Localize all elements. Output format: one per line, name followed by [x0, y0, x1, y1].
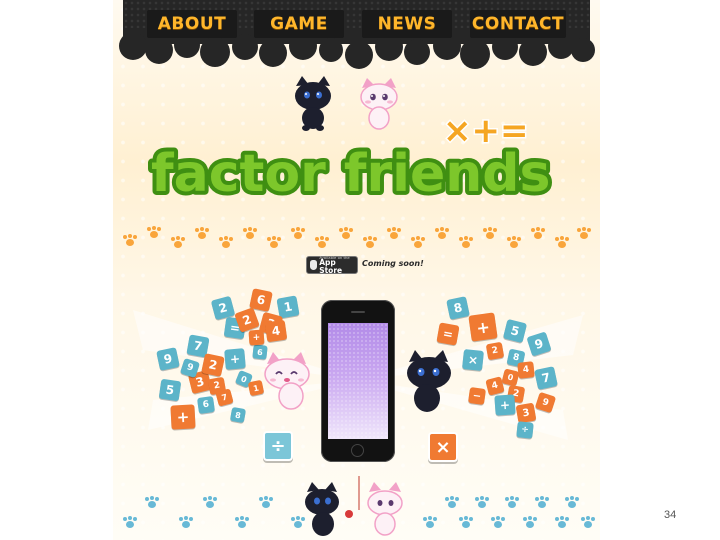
paw-icon: [555, 236, 569, 248]
apple-icon: [310, 260, 318, 270]
nav-about-button[interactable]: ABOUT: [147, 10, 237, 38]
number-tile: −: [467, 386, 487, 406]
black-cat-icon: [407, 350, 451, 412]
number-tile: 3: [515, 402, 537, 424]
paw-icon: [483, 227, 497, 239]
number-tile: 8: [446, 296, 470, 320]
paw-icon: [523, 516, 537, 528]
app-store-badge[interactable]: Available on the App Store: [306, 255, 358, 275]
number-tile: 4: [264, 319, 288, 343]
divide-button[interactable]: ÷: [263, 431, 293, 461]
paw-icon: [491, 516, 505, 528]
paw-icon: [145, 496, 159, 508]
number-tile: 2: [485, 341, 505, 361]
bottom-cats-icon: [305, 476, 403, 536]
pink-cat-icon: [264, 352, 310, 410]
paw-icon: [387, 227, 401, 239]
paw-icon: [435, 227, 449, 239]
paw-icon: [555, 516, 569, 528]
number-tile: 4: [517, 361, 535, 379]
number-tile: =: [436, 322, 460, 346]
paw-icon: [147, 226, 161, 238]
paw-icon: [475, 496, 489, 508]
number-tile: ÷: [516, 421, 534, 439]
nav-contact-button[interactable]: CONTACT: [470, 10, 566, 38]
logo-text: factor friends: [151, 144, 550, 204]
paw-icon: [507, 236, 521, 248]
number-tile: 6: [196, 395, 216, 415]
paw-icon: [235, 516, 249, 528]
paw-icon: [203, 496, 217, 508]
coming-soon-text: Coming soon!: [362, 259, 424, 268]
app-store-name: App Store: [319, 258, 343, 275]
paw-icon: [171, 236, 185, 248]
factor-friends-logo: ×+= factor friends: [147, 110, 554, 206]
paw-icon: [259, 496, 273, 508]
paw-icon: [123, 516, 137, 528]
number-tile: 9: [156, 347, 180, 371]
paw-icon: [195, 227, 209, 239]
paw-icon: [505, 496, 519, 508]
website-screenshot: ABOUT GAME NEWS CONTACT ×+= factor frien…: [113, 0, 600, 540]
paw-icon: [363, 236, 377, 248]
nav-news-button[interactable]: NEWS: [362, 10, 452, 38]
number-tile: 7: [534, 366, 558, 390]
paw-icon: [123, 234, 137, 246]
phone-screen: [328, 323, 388, 439]
paw-icon: [291, 227, 305, 239]
paw-icon: [291, 516, 305, 528]
paw-icon: [315, 236, 329, 248]
phone-home-button: [351, 444, 364, 457]
number-tile: +: [248, 329, 265, 346]
paw-icon: [243, 227, 257, 239]
paw-icon: [339, 227, 353, 239]
number-tile: 2: [201, 353, 225, 377]
paw-icon: [423, 516, 437, 528]
paw-icon: [459, 516, 473, 528]
number-tile: +: [468, 312, 498, 342]
paw-icon: [531, 227, 545, 239]
number-tile: 8: [229, 406, 247, 424]
phone-speaker: [351, 311, 365, 313]
paw-icon: [581, 516, 595, 528]
multiply-button[interactable]: ×: [428, 432, 458, 462]
slide-number: 34: [664, 509, 677, 521]
paw-icon: [445, 496, 459, 508]
paw-icon: [179, 516, 193, 528]
phone-icon: [321, 300, 395, 462]
paw-icon: [459, 236, 473, 248]
paw-icon: [219, 236, 233, 248]
number-tile: +: [170, 404, 196, 430]
paw-icon: [411, 236, 425, 248]
paw-icon: [577, 227, 591, 239]
number-tile: +: [224, 348, 246, 370]
number-tile: ×: [462, 349, 484, 371]
paw-icon: [267, 236, 281, 248]
nav-game-button[interactable]: GAME: [254, 10, 344, 38]
paw-icon: [535, 496, 549, 508]
number-tile: 5: [158, 378, 182, 402]
paw-icon: [565, 496, 579, 508]
number-tile: +: [494, 394, 516, 416]
